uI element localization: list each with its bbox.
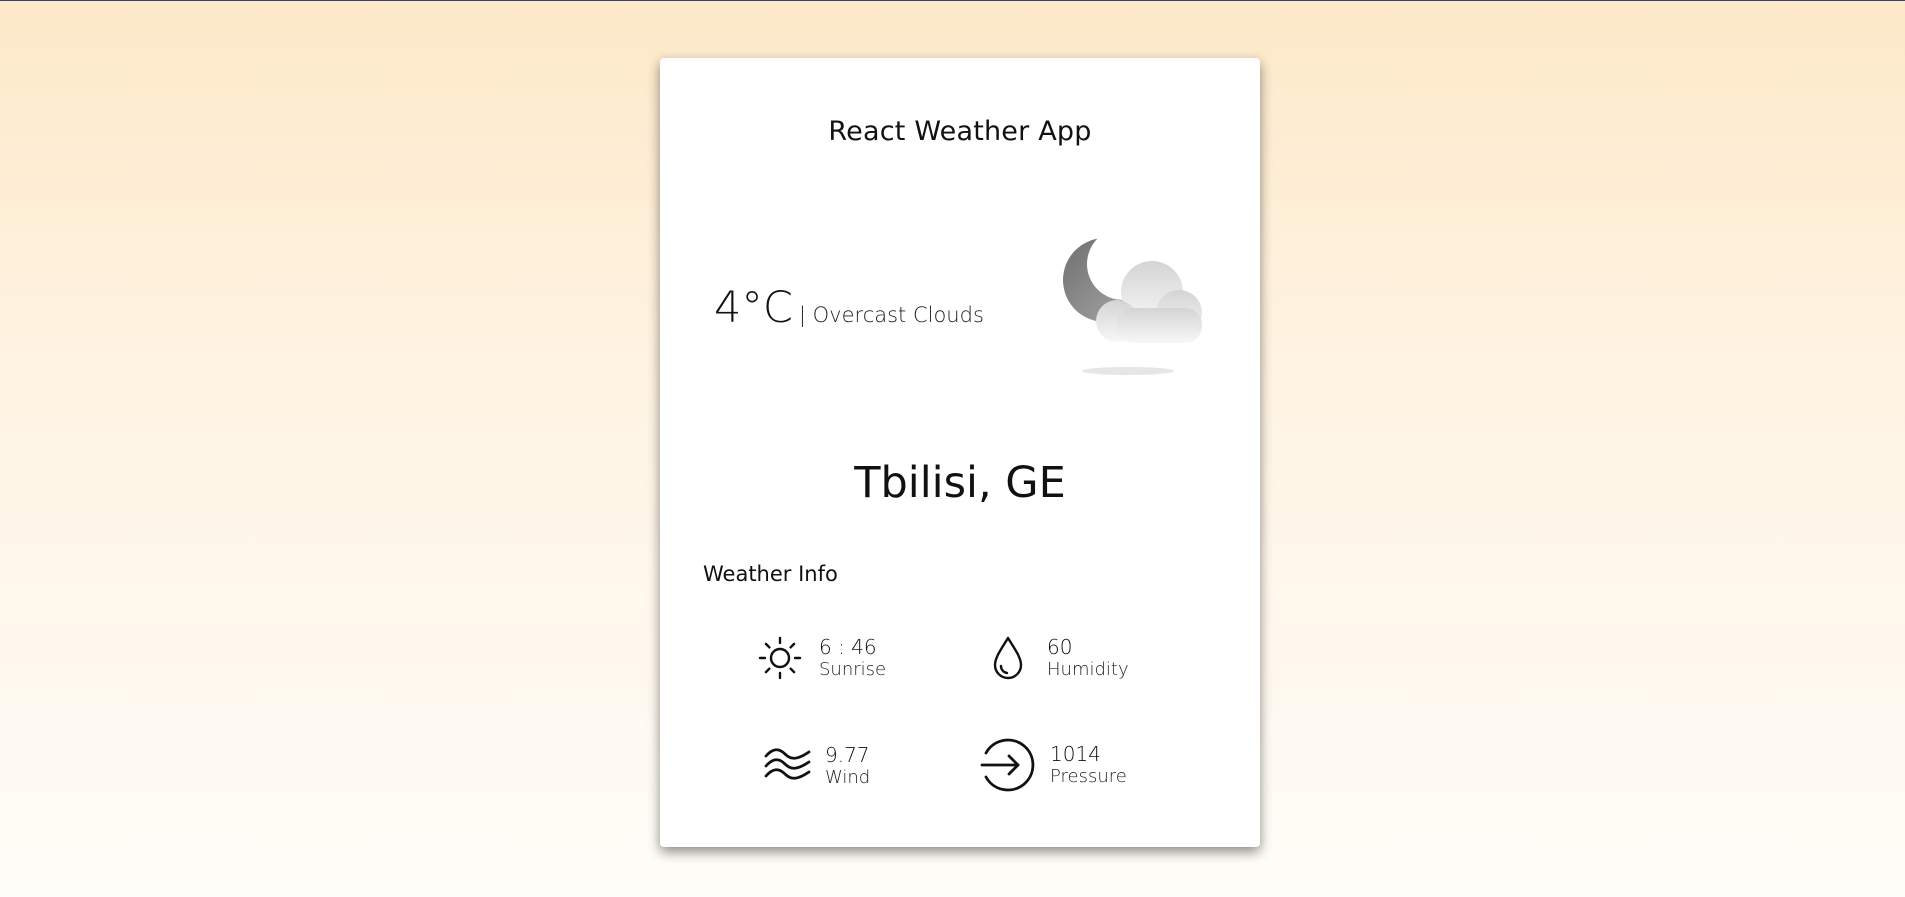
app-title: React Weather App xyxy=(828,116,1092,147)
arrow-circle-icon xyxy=(978,736,1036,794)
info-item-pressure: 1014 Pressure xyxy=(978,736,1127,794)
info-text: 60 Humidity xyxy=(1047,635,1129,681)
info-item-sunrise: 6 : 46 Sunrise xyxy=(755,633,886,683)
info-text: 6 : 46 Sunrise xyxy=(819,635,886,681)
sunrise-label: Sunrise xyxy=(819,659,887,680)
humidity-value: 60 xyxy=(1047,635,1073,659)
wind-label: Wind xyxy=(825,767,871,788)
humidity-label: Humidity xyxy=(1047,659,1129,680)
moon-cloud-icon xyxy=(1055,236,1210,381)
wind-value: 9.77 xyxy=(825,743,870,767)
weather-info-heading: Weather Info xyxy=(703,562,838,586)
sun-icon xyxy=(755,633,805,683)
info-item-wind: 9.77 Wind xyxy=(763,741,870,791)
info-text: 9.77 Wind xyxy=(825,743,870,789)
wind-waves-icon xyxy=(763,741,813,791)
weather-description: | Overcast Clouds xyxy=(798,303,984,327)
current-conditions: 4°C | Overcast Clouds xyxy=(714,283,984,333)
pressure-value: 1014 xyxy=(1050,742,1101,766)
city-name: Tbilisi, GE xyxy=(854,458,1066,508)
water-drop-icon xyxy=(983,633,1033,683)
temperature: 4°C xyxy=(714,283,793,333)
info-text: 1014 Pressure xyxy=(1050,742,1127,788)
sunrise-value: 6 : 46 xyxy=(819,635,877,659)
weather-card: React Weather App 4°C | Overcast Clouds xyxy=(660,58,1260,847)
info-item-humidity: 60 Humidity xyxy=(983,633,1129,683)
pressure-label: Pressure xyxy=(1050,766,1127,787)
